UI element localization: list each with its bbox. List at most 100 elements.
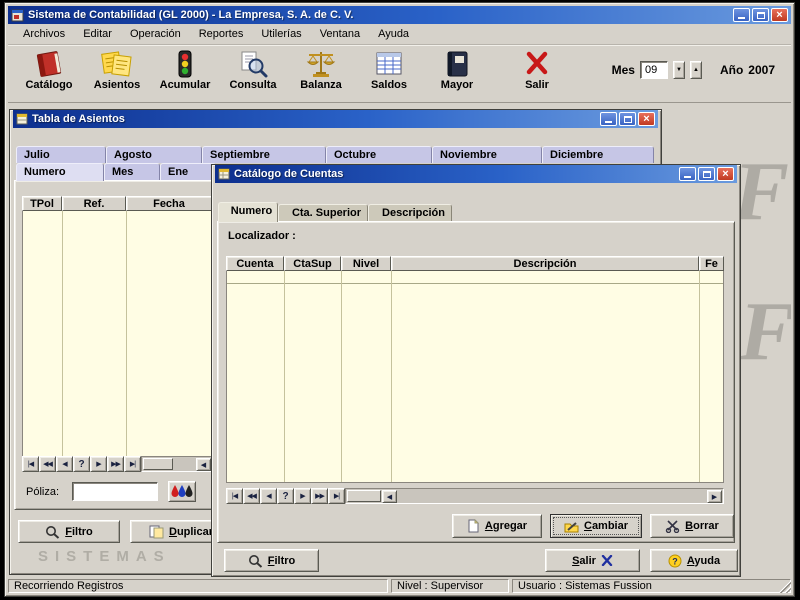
catalogo-minimize-button[interactable] bbox=[679, 167, 696, 181]
svg-text:?: ? bbox=[672, 556, 678, 566]
grid-column-line bbox=[391, 271, 392, 482]
nav-search-button[interactable]: ? bbox=[73, 456, 90, 472]
toolbar-button-asientos[interactable]: Asientos bbox=[86, 48, 148, 100]
minimize-button[interactable] bbox=[733, 8, 750, 22]
subtab-enero[interactable]: Ene bbox=[160, 163, 216, 181]
nav-prev-button[interactable]: ◀ bbox=[260, 488, 277, 504]
tab-septiembre[interactable]: Septiembre bbox=[202, 146, 326, 163]
status-usuario: Usuario : Sistemas Fussion bbox=[512, 579, 791, 593]
close-button[interactable]: × bbox=[771, 8, 788, 22]
column-header-ref[interactable]: Ref. bbox=[62, 196, 126, 211]
window-title: Sistema de Contabilidad (GL 2000) - La E… bbox=[28, 9, 354, 21]
asientos-record-navigator: |◀ ◀◀ ◀ ? ▶ ▶▶ ▶| ◀ bbox=[22, 456, 213, 472]
mes-input[interactable]: 09 bbox=[639, 61, 668, 79]
tab-agosto[interactable]: Agosto bbox=[106, 146, 202, 163]
nav-last-button[interactable]: ▶| bbox=[328, 488, 345, 504]
maximize-icon bbox=[702, 170, 711, 178]
mdi-area: F F Tabla de Asientos × Julio Agosto Sep… bbox=[8, 103, 791, 577]
column-header-cuenta[interactable]: Cuenta bbox=[226, 256, 284, 271]
toolbar-button-consulta[interactable]: Consulta bbox=[222, 48, 284, 100]
menu-reportes[interactable]: Reportes bbox=[190, 25, 253, 43]
mes-down-button[interactable]: ▼ bbox=[672, 61, 685, 79]
watermark-letter: F bbox=[738, 285, 791, 378]
traffic-light-icon bbox=[168, 48, 202, 79]
catalogo-salir-button[interactable]: Salir bbox=[545, 549, 640, 572]
column-header-fecha[interactable]: Fecha bbox=[126, 196, 212, 211]
menu-ventana[interactable]: Ventana bbox=[311, 25, 369, 43]
nav-fast-prev-button[interactable]: ◀◀ bbox=[39, 456, 56, 472]
nav-search-button[interactable]: ? bbox=[277, 488, 294, 504]
asientos-close-button[interactable]: × bbox=[638, 112, 655, 126]
nav-fast-prev-button[interactable]: ◀◀ bbox=[243, 488, 260, 504]
catalogo-h-scrollbar[interactable]: ◀ ▶ bbox=[345, 488, 724, 504]
toolbar-button-balanza[interactable]: Balanza bbox=[290, 48, 352, 100]
tab-noviembre[interactable]: Noviembre bbox=[432, 146, 542, 163]
mes-label: Mes bbox=[611, 63, 635, 77]
nav-fast-next-button[interactable]: ▶▶ bbox=[107, 456, 124, 472]
nav-next-button[interactable]: ▶ bbox=[294, 488, 311, 504]
scroll-right-button[interactable]: ▶ bbox=[707, 490, 722, 503]
scrollbar-thumb[interactable] bbox=[347, 490, 381, 502]
agregar-button[interactable]: Agregar bbox=[452, 514, 542, 538]
toolbar-button-salir[interactable]: Salir bbox=[506, 48, 568, 100]
nav-prev-button[interactable]: ◀ bbox=[56, 456, 73, 472]
grid-icon bbox=[372, 48, 406, 79]
scroll-left-button[interactable]: ◀ bbox=[382, 490, 397, 503]
search-icon bbox=[236, 48, 270, 79]
subtab-numero[interactable]: Numero bbox=[16, 163, 104, 181]
poliza-input[interactable] bbox=[72, 482, 158, 501]
grid-column-line bbox=[126, 211, 127, 466]
catalogo-grid-body[interactable] bbox=[226, 271, 724, 483]
asientos-filtro-button[interactable]: Filtro bbox=[18, 520, 120, 543]
nav-first-button[interactable]: |◀ bbox=[22, 456, 39, 472]
tab-diciembre[interactable]: Diciembre bbox=[542, 146, 654, 163]
asientos-window-icon bbox=[16, 113, 28, 125]
grid-row[interactable] bbox=[227, 271, 723, 284]
column-header-descripcion[interactable]: Descripción bbox=[391, 256, 699, 271]
catalogo-tab-page: Localizador : Cuenta CtaSup Nivel Descri… bbox=[217, 221, 735, 543]
catalogo-window-icon bbox=[218, 168, 230, 180]
catalogo-tab-cta-superior[interactable]: Cta. Superior bbox=[278, 204, 368, 222]
asientos-minimize-button[interactable] bbox=[600, 112, 617, 126]
cambiar-button[interactable]: Cambiar bbox=[550, 514, 642, 538]
grid-column-line bbox=[62, 211, 63, 466]
tab-octubre[interactable]: Octubre bbox=[326, 146, 432, 163]
menu-operacion[interactable]: Operación bbox=[121, 25, 190, 43]
ink-drops-button[interactable] bbox=[168, 481, 196, 502]
nav-next-button[interactable]: ▶ bbox=[90, 456, 107, 472]
tab-julio[interactable]: Julio bbox=[16, 146, 106, 163]
nav-first-button[interactable]: |◀ bbox=[226, 488, 243, 504]
toolbar-button-acumular[interactable]: Acumular bbox=[154, 48, 216, 100]
menu-ayuda[interactable]: Ayuda bbox=[369, 25, 418, 43]
toolbar-button-mayor[interactable]: Mayor bbox=[426, 48, 488, 100]
maximize-icon bbox=[623, 115, 632, 123]
scrollbar-thumb[interactable] bbox=[143, 458, 173, 470]
scroll-left-button[interactable]: ◀ bbox=[196, 458, 211, 471]
nav-last-button[interactable]: ▶| bbox=[124, 456, 141, 472]
catalogo-close-button[interactable]: × bbox=[717, 167, 734, 181]
catalogo-tab-descripcion[interactable]: Descripción bbox=[368, 204, 452, 222]
resize-grip[interactable] bbox=[778, 580, 791, 593]
asientos-titlebar: Tabla de Asientos × bbox=[13, 110, 658, 128]
column-header-nivel[interactable]: Nivel bbox=[341, 256, 391, 271]
asientos-maximize-button[interactable] bbox=[619, 112, 636, 126]
catalogo-filtro-button[interactable]: Filtro bbox=[224, 549, 319, 572]
catalogo-maximize-button[interactable] bbox=[698, 167, 715, 181]
maximize-button[interactable] bbox=[752, 8, 769, 22]
column-header-tpol[interactable]: TPol bbox=[22, 196, 62, 211]
toolbar-button-saldos[interactable]: Saldos bbox=[358, 48, 420, 100]
nav-fast-next-button[interactable]: ▶▶ bbox=[311, 488, 328, 504]
menu-utilerias[interactable]: Utilerías bbox=[252, 25, 310, 43]
borrar-button[interactable]: Borrar bbox=[650, 514, 734, 538]
column-header-ctasup[interactable]: CtaSup bbox=[284, 256, 341, 271]
filter-magnifier-icon bbox=[46, 525, 60, 539]
mes-up-button[interactable]: ▲ bbox=[689, 61, 702, 79]
menu-editar[interactable]: Editar bbox=[74, 25, 121, 43]
asientos-h-scrollbar[interactable]: ◀ bbox=[141, 456, 213, 472]
menu-archivos[interactable]: Archivos bbox=[14, 25, 74, 43]
toolbar-button-catalogo[interactable]: Catálogo bbox=[18, 48, 80, 100]
subtab-mes[interactable]: Mes bbox=[104, 163, 160, 181]
catalogo-tab-numero[interactable]: Numero bbox=[218, 202, 278, 222]
column-header-fecha[interactable]: Fe bbox=[699, 256, 724, 271]
ayuda-button[interactable]: ? Ayuda bbox=[650, 549, 738, 572]
